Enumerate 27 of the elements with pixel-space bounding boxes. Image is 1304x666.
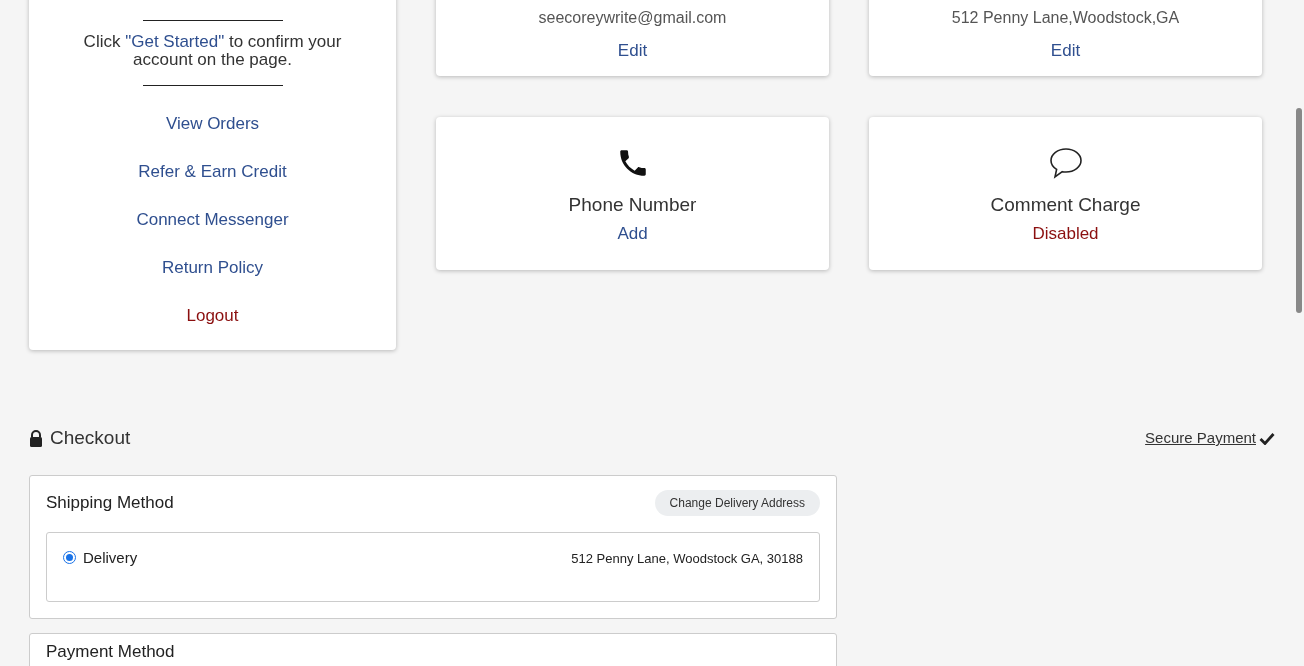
panel-title: Payment Method (46, 641, 175, 661)
card-value: 512 Penny Lane,Woodstock,GA (951, 8, 1180, 28)
panel-title: Shipping Method (46, 491, 174, 514)
account-link[interactable]: Return Policy (161, 256, 264, 280)
card-action-link[interactable]: Edit (617, 39, 648, 63)
account-link[interactable]: View Orders (165, 112, 260, 136)
get-started-link[interactable]: "Get Started" (125, 32, 225, 51)
account-link[interactable]: Logout (186, 304, 239, 328)
secure-payment-link[interactable]: Secure Payment (1145, 427, 1275, 450)
scrollbar-thumb[interactable] (1296, 108, 1302, 313)
confirm-account-text: Click "Get Started" to confirm your account on the page. (82, 33, 343, 69)
speech-bubble-icon (1047, 146, 1084, 180)
option-label: Delivery (83, 547, 138, 568)
card-title: Comment Charge (990, 193, 1141, 217)
delivery-address: 512 Penny Lane, Woodstock GA, 30188 (571, 549, 803, 568)
account-link[interactable]: Refer & Earn Credit (138, 160, 287, 184)
card-title: Phone Number (568, 193, 697, 217)
card-action-link[interactable]: Edit (1050, 39, 1081, 63)
card-value: seecoreywrite@gmail.com (538, 8, 727, 28)
lock-icon (29, 429, 43, 447)
card-action-link[interactable]: Disabled (1032, 222, 1099, 246)
card-action-link[interactable]: Add (617, 222, 648, 246)
delivery-option[interactable]: Delivery 512 Penny Lane, Woodstock GA, 30188 (46, 531, 820, 602)
change-delivery-address-button[interactable]: Change Delivery Address (654, 489, 820, 516)
checkout-heading: Checkout (50, 426, 131, 450)
check-icon (1259, 431, 1275, 445)
account-link[interactable]: Connect Messenger (136, 208, 289, 232)
